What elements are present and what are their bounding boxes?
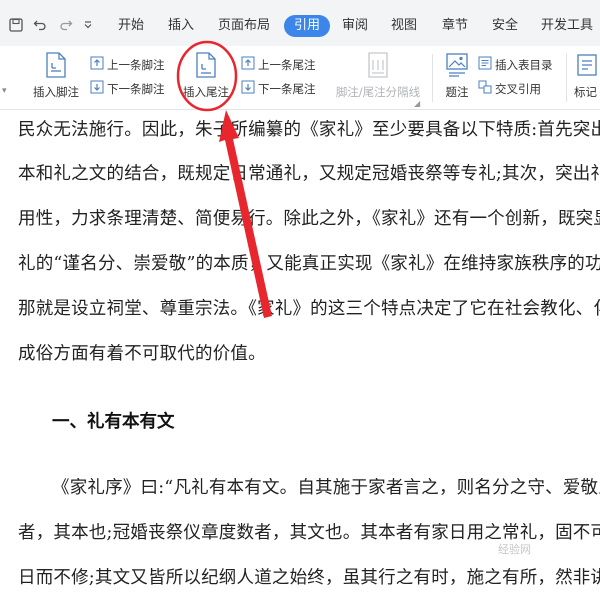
- tab-view[interactable]: 视图: [391, 15, 417, 37]
- insert-endnote-label: 插入尾注: [183, 85, 229, 99]
- insert-footnote-label: 插入脚注: [33, 85, 79, 99]
- prev-endnote-icon: [241, 56, 255, 75]
- insert-footnote-button[interactable]: 插入脚注: [28, 52, 84, 100]
- watermark-text: 经验网: [498, 543, 531, 556]
- next-endnote-label: 下一条尾注: [258, 82, 316, 96]
- mark-label: 标记: [574, 85, 597, 99]
- next-footnote-button[interactable]: 下一条脚注: [90, 80, 165, 98]
- footnote-separator-button[interactable]: 脚注/尾注分隔线: [330, 52, 426, 100]
- table-of-figures-icon: [478, 56, 492, 75]
- ribbon-divider: [566, 54, 567, 102]
- paragraph-line: 成俗方面有着不可取代的价值。: [18, 344, 266, 364]
- more-dropdown-icon[interactable]: [80, 14, 96, 36]
- tab-page-layout[interactable]: 页面布局: [218, 15, 270, 37]
- insert-table-of-figures-button[interactable]: 插入表目录: [478, 56, 553, 74]
- menu-bar: 开始 插入 页面布局 引用 审阅 视图 章节 安全 开发工具: [0, 0, 600, 46]
- mark-button[interactable]: 标记: [574, 52, 600, 100]
- caption-label: 题注: [445, 85, 469, 99]
- prev-endnote-label: 上一条尾注: [258, 58, 316, 72]
- paragraph-line: 本和礼之文的结合，既规定日常通礼，又规定冠婚丧祭等专礼;其次，突出礼的: [18, 164, 600, 184]
- footnote-doc-icon: [28, 52, 84, 81]
- footnote-separator-label: 脚注/尾注分隔线: [335, 85, 421, 99]
- tab-security[interactable]: 安全: [492, 15, 518, 37]
- tab-home[interactable]: 开始: [118, 15, 144, 37]
- document-canvas[interactable]: 民众无法施行。因此，朱子所编纂的《家礼》至少要具备以下特质:首先突出礼 本和礼之…: [0, 110, 600, 600]
- prev-footnote-icon: [90, 56, 104, 75]
- next-endnote-icon: [241, 80, 255, 99]
- caption-button[interactable]: 题注: [440, 52, 474, 100]
- ribbon-toolbar: ▾ 插入脚注 上一条脚注 下一条脚注 插入尾注 上一条尾注 下一条尾注 脚注/尾…: [0, 46, 600, 110]
- tab-chapter[interactable]: 章节: [442, 15, 468, 37]
- undo-icon[interactable]: [30, 14, 50, 36]
- section-heading: 一、礼有本有文: [52, 412, 175, 432]
- dialog-launcher-icon[interactable]: ◢: [414, 99, 420, 108]
- cross-reference-button[interactable]: 交叉引用: [478, 80, 541, 98]
- paragraph-line: 民众无法施行。因此，朱子所编纂的《家礼》至少要具备以下特质:首先突出礼: [18, 120, 600, 140]
- next-endnote-button[interactable]: 下一条尾注: [241, 80, 316, 98]
- prev-footnote-button[interactable]: 上一条脚注: [90, 56, 165, 74]
- tab-developer-tools[interactable]: 开发工具: [541, 15, 593, 37]
- ribbon-divider: [432, 54, 433, 102]
- paragraph-line: 日而不修;其文又皆所以纪纲人道之始终，虽其行之有时，施之有所，然非讲之: [18, 568, 600, 588]
- cross-reference-icon: [478, 80, 492, 99]
- next-footnote-icon: [90, 80, 104, 99]
- caption-picture-icon: [440, 52, 474, 81]
- insert-endnote-button[interactable]: 插入尾注: [178, 52, 234, 100]
- tab-review[interactable]: 审阅: [342, 15, 368, 37]
- ribbon-collapse-icon[interactable]: ▾: [2, 86, 7, 96]
- tab-insert[interactable]: 插入: [168, 15, 194, 37]
- paragraph-line: 用性，力求条理清楚、简便易行。除此之外，《家礼》还有一个创新，既突显: [18, 209, 600, 229]
- prev-endnote-button[interactable]: 上一条尾注: [241, 56, 316, 74]
- endnote-doc-icon: [178, 52, 234, 81]
- mark-icon: [576, 52, 600, 81]
- save-icon[interactable]: [6, 14, 26, 36]
- paragraph-line: 礼的“谨名分、崇爱敬”的本质，又能真正实现《家礼》在维持家族秩序的功: [18, 254, 600, 274]
- next-footnote-label: 下一条脚注: [107, 82, 165, 96]
- insert-table-of-figures-label: 插入表目录: [495, 58, 553, 72]
- separator-doc-icon: [330, 52, 426, 81]
- cross-reference-label: 交叉引用: [495, 82, 541, 96]
- tab-references[interactable]: 引用: [284, 15, 331, 37]
- prev-footnote-label: 上一条脚注: [107, 58, 165, 72]
- redo-icon[interactable]: [56, 14, 76, 36]
- paragraph-line: 那就是设立祠堂、尊重宗法。《家礼》的这三个特点决定了它在社会教化、化: [18, 299, 600, 319]
- paragraph-line: 《家礼序》曰:“凡礼有本有文。自其施于家者言之，则名分之守、爱敬之: [52, 478, 600, 498]
